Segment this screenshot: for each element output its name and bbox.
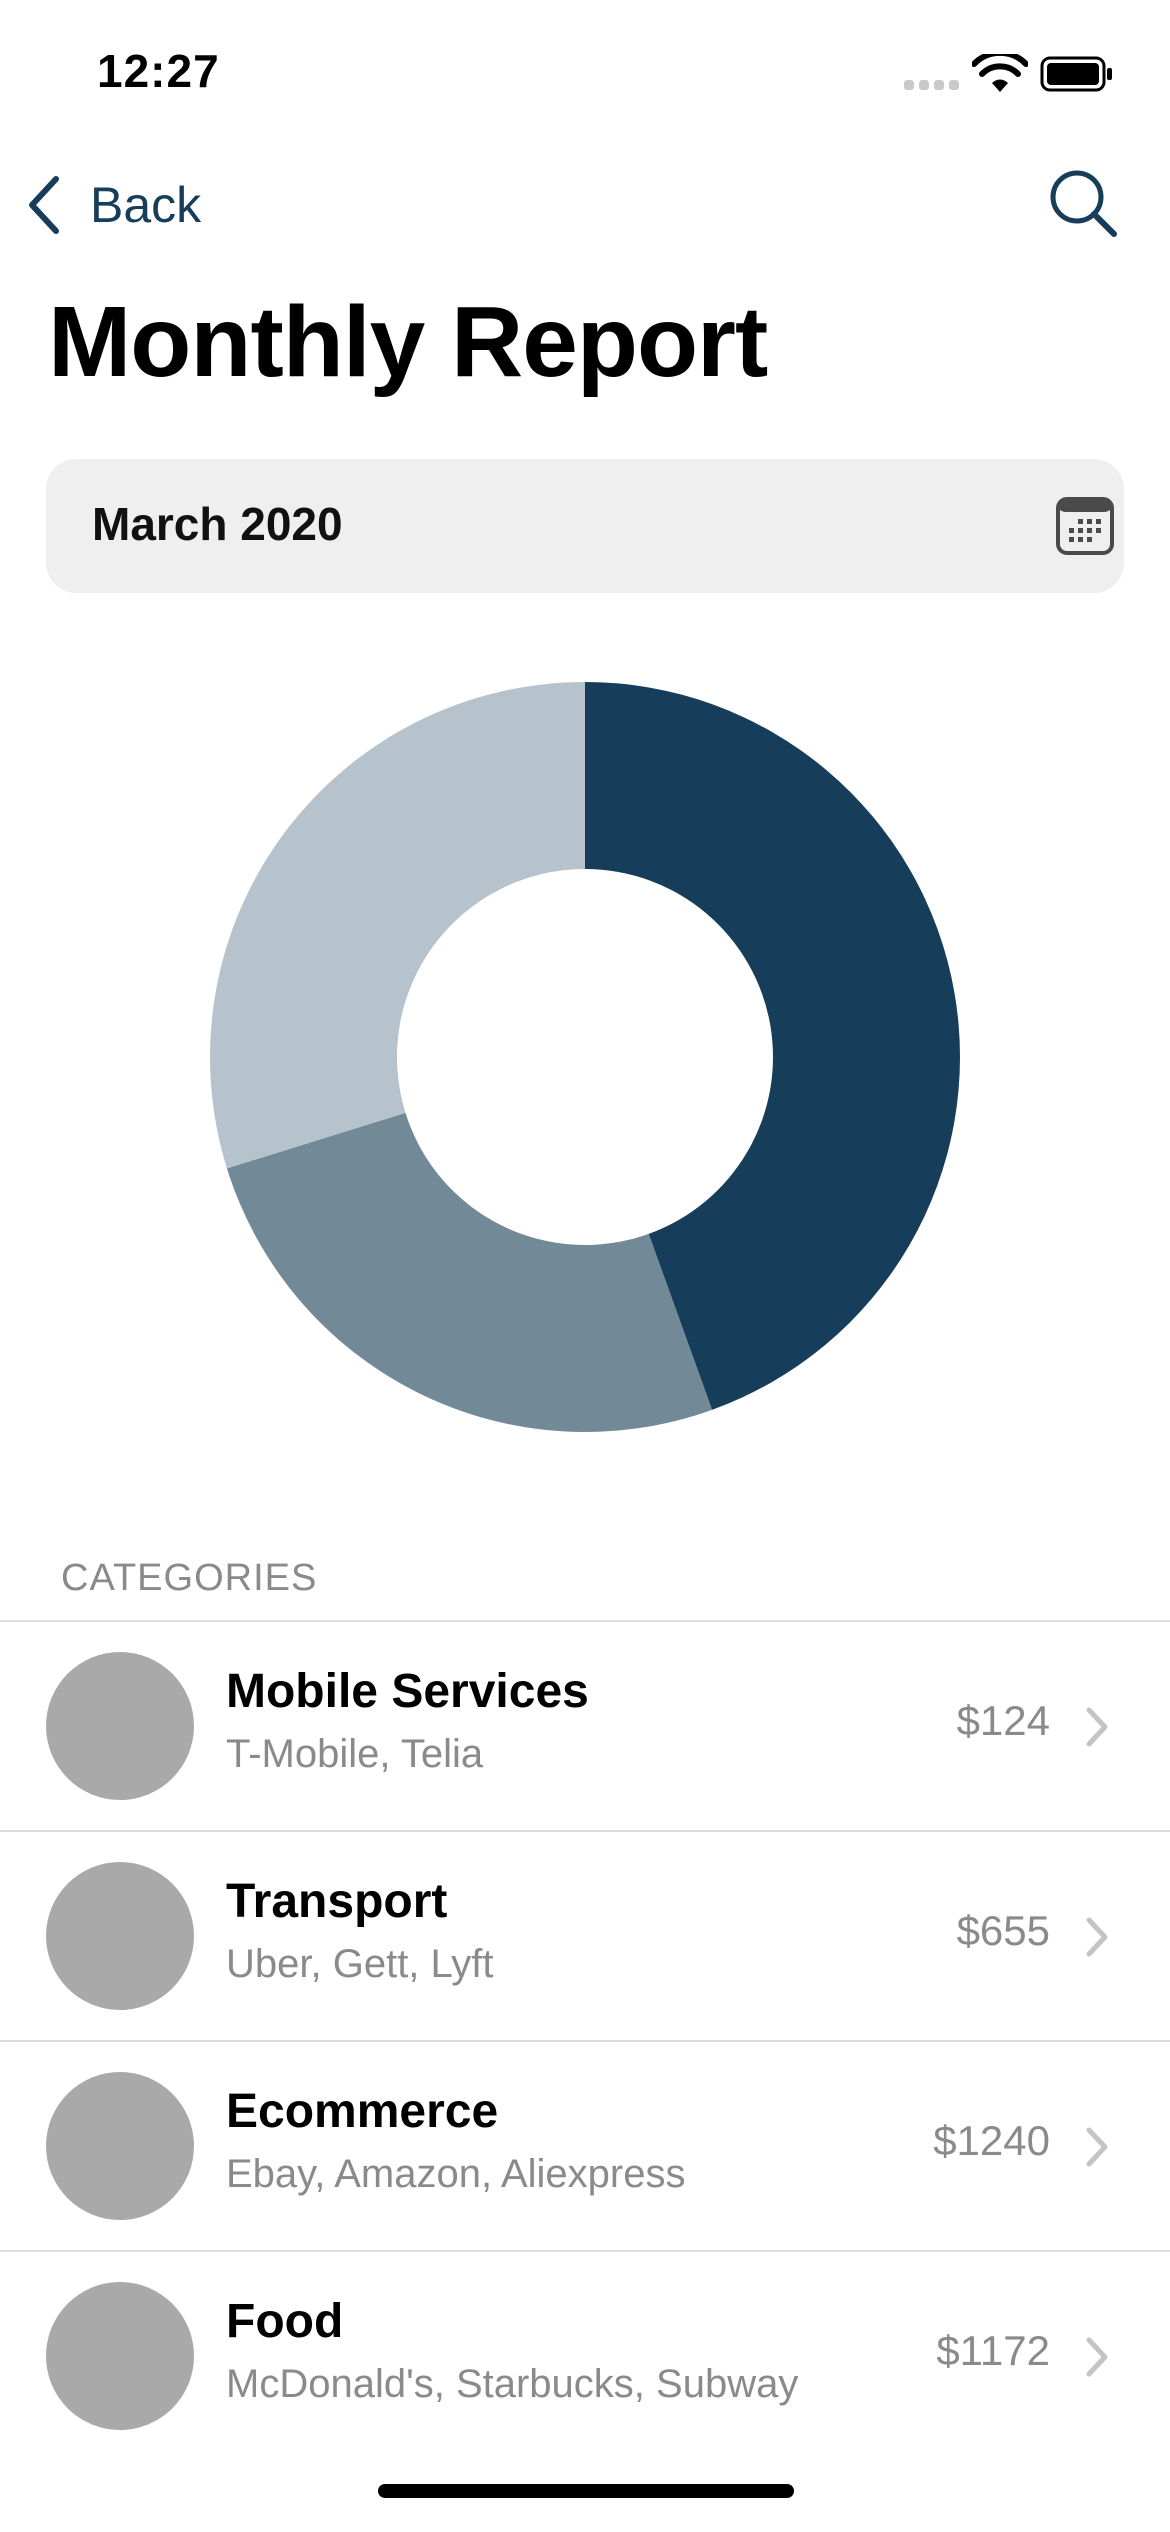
- avatar: [46, 2282, 194, 2430]
- category-amount: $1172: [936, 2327, 1050, 2374]
- avatar: [46, 2072, 194, 2220]
- status-time: 12:27: [97, 45, 220, 97]
- category-row-food[interactable]: Food McDonald's, Starbucks, Subway $1172: [0, 2252, 1170, 2460]
- back-button-label: Back: [90, 177, 202, 233]
- calendar-icon: [1056, 497, 1114, 555]
- donut-slice-3: [210, 682, 585, 1169]
- month-picker-value: March 2020: [92, 498, 343, 550]
- category-row-transport[interactable]: Transport Uber, Gett, Lyft $655: [0, 1832, 1170, 2040]
- category-amount: $124: [956, 1697, 1050, 1744]
- chevron-right-icon: [1086, 2127, 1108, 2167]
- category-amount: $1240: [933, 2117, 1050, 2164]
- chevron-right-icon: [1086, 2337, 1108, 2377]
- category-subtitle: McDonald's, Starbucks, Subway: [226, 2362, 799, 2406]
- chevron-left-icon: [29, 176, 59, 234]
- status-bar: 12:27: [0, 0, 1170, 140]
- category-title: Ecommerce: [226, 2085, 499, 2138]
- category-subtitle: Uber, Gett, Lyft: [226, 1942, 494, 1986]
- category-subtitle: T-Mobile, Telia: [226, 1732, 484, 1776]
- page-title: Monthly Report: [48, 286, 768, 398]
- navigation-bar: Back: [0, 160, 1170, 250]
- category-row-mobile-services[interactable]: Mobile Services T-Mobile, Telia $124: [0, 1622, 1170, 1830]
- search-icon[interactable]: [1046, 166, 1120, 240]
- category-subtitle: Ebay, Amazon, Aliexpress: [226, 2152, 686, 2196]
- category-row-ecommerce[interactable]: Ecommerce Ebay, Amazon, Aliexpress $1240: [0, 2042, 1170, 2250]
- section-header-categories: CATEGORIES: [61, 1557, 318, 1599]
- category-title: Food: [226, 2295, 344, 2348]
- donut-slice-2: [226, 1112, 713, 1432]
- spending-donut-chart: [210, 682, 960, 1432]
- category-title: Transport: [226, 1875, 448, 1928]
- category-amount: $655: [956, 1907, 1050, 1954]
- home-indicator: [378, 2484, 794, 2498]
- chevron-right-icon: [1086, 1707, 1108, 1747]
- category-title: Mobile Services: [226, 1665, 589, 1718]
- back-button[interactable]: Back: [24, 170, 201, 240]
- month-picker[interactable]: March 2020: [46, 459, 1124, 593]
- chevron-right-icon: [1086, 1917, 1108, 1957]
- battery-icon: [1040, 56, 1112, 92]
- avatar: [46, 1862, 194, 2010]
- wifi-icon: [972, 54, 1028, 92]
- cellular-signal-icon: [904, 80, 960, 92]
- avatar: [46, 1652, 194, 1800]
